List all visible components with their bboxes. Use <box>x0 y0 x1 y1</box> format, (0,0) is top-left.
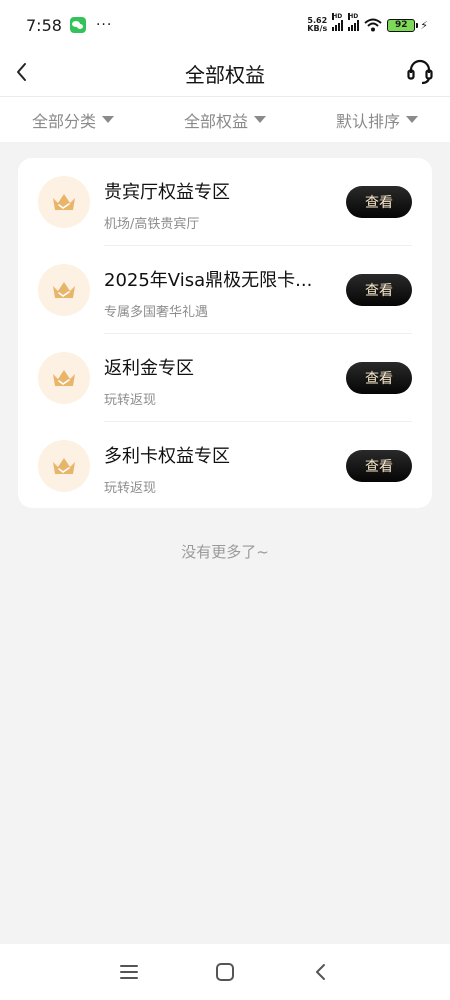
benefit-text: 多利卡权益专区 玩转返现 <box>104 442 314 496</box>
benefit-subtitle: 玩转返现 <box>104 481 157 496</box>
filter-sort-label: 默认排序 <box>335 111 400 131</box>
benefit-title: 贵宾厅权益专区 <box>104 182 230 203</box>
wechat-icon <box>69 17 86 33</box>
caret-down-icon <box>254 116 266 123</box>
status-bar: 7:58 ··· 5.62 KB/s HD HD 92 ⚡ <box>0 0 450 50</box>
crown-badge <box>38 176 90 228</box>
status-left: 7:58 ··· <box>26 16 112 35</box>
benefit-item[interactable]: 2025年Visa鼎极无限卡... 专属多国奢华礼遇 查看 <box>18 246 432 334</box>
signal-icon-2: HD <box>348 13 360 31</box>
benefits-card: 贵宾厅权益专区 机场/高铁贵宾厅 查看 2025年Visa鼎极无限卡... 专属… <box>18 158 432 508</box>
benefit-item[interactable]: 贵宾厅权益专区 机场/高铁贵宾厅 查看 <box>18 158 432 246</box>
benefit-subtitle: 专属多国奢华礼遇 <box>104 305 209 320</box>
menu-icon[interactable] <box>118 962 140 982</box>
page-title: 全部权益 <box>185 62 265 87</box>
charging-icon: ⚡ <box>420 18 428 32</box>
system-nav-bar <box>0 944 450 1000</box>
filter-benefit[interactable]: 全部权益 <box>184 108 266 132</box>
benefit-item[interactable]: 返利金专区 玩转返现 查看 <box>18 334 432 422</box>
view-button[interactable]: 查看 <box>346 450 412 482</box>
network-speed: 5.62 KB/s <box>307 17 327 33</box>
benefit-text: 贵宾厅权益专区 机场/高铁贵宾厅 <box>104 178 314 232</box>
filter-benefit-label: 全部权益 <box>183 111 248 131</box>
crown-badge <box>38 440 90 492</box>
more-notifications-icon: ··· <box>95 17 113 33</box>
status-right: 5.62 KB/s HD HD 92 ⚡ <box>307 13 428 33</box>
benefit-subtitle: 机场/高铁贵宾厅 <box>104 217 200 232</box>
crown-icon <box>53 370 75 386</box>
crown-icon <box>53 282 75 298</box>
chevron-left-icon[interactable] <box>12 59 32 85</box>
battery-icon: 92 <box>387 18 419 32</box>
network-speed-unit: KB/s <box>307 24 328 33</box>
crown-badge <box>38 352 90 404</box>
filter-bar: 全部分类 全部权益 默认排序 <box>0 96 450 142</box>
crown-icon <box>53 194 75 210</box>
hd-label: HD <box>332 13 343 20</box>
benefit-subtitle: 玩转返现 <box>104 393 157 408</box>
filter-category[interactable]: 全部分类 <box>32 108 115 132</box>
caret-down-icon <box>102 116 115 123</box>
benefit-title: 多利卡权益专区 <box>104 446 230 467</box>
filter-category-label: 全部分类 <box>32 111 97 131</box>
benefit-item[interactable]: 多利卡权益专区 玩转返现 查看 <box>18 422 432 510</box>
wifi-icon <box>364 18 382 32</box>
home-icon[interactable] <box>214 962 236 982</box>
header: 全部权益 <box>0 50 450 96</box>
signal-icon: HD <box>332 13 344 31</box>
benefit-title: 返利金专区 <box>104 358 194 379</box>
battery-level: 92 <box>395 20 408 30</box>
filter-sort[interactable]: 默认排序 <box>336 108 418 132</box>
benefit-text: 返利金专区 玩转返现 <box>104 354 314 408</box>
hd-label-2: HD <box>348 13 359 20</box>
screen: 7:58 ··· 5.62 KB/s HD HD 92 ⚡ 全部权益 全部分类 … <box>0 0 450 1000</box>
view-button[interactable]: 查看 <box>346 274 412 306</box>
crown-badge <box>38 264 90 316</box>
no-more-text: 没有更多了~ <box>181 543 269 561</box>
headset-icon[interactable] <box>406 58 434 86</box>
caret-down-icon <box>405 116 418 123</box>
crown-icon <box>53 458 75 474</box>
status-time: 7:58 <box>26 15 62 35</box>
view-button[interactable]: 查看 <box>346 186 412 218</box>
view-button[interactable]: 查看 <box>346 362 412 394</box>
benefit-text: 2025年Visa鼎极无限卡... 专属多国奢华礼遇 <box>104 266 314 320</box>
benefit-title: 2025年Visa鼎极无限卡... <box>104 270 313 291</box>
back-nav-icon[interactable] <box>310 962 332 982</box>
